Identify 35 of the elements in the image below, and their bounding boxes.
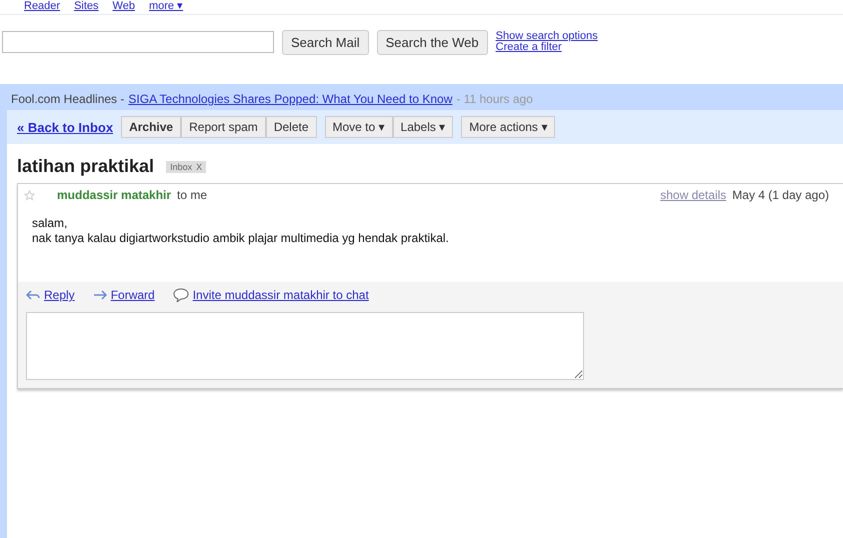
headline-link[interactable]: SIGA Technologies Shares Popped: What You Need to Know (128, 92, 452, 106)
message-line: salam, (32, 216, 68, 231)
headline-age: - 11 hours ago (456, 92, 533, 106)
nav-link[interactable]: more ▾ (148, 0, 184, 14)
subject-title: latihan praktikal (17, 156, 154, 177)
star-icon[interactable] (24, 190, 35, 200)
nav-link[interactable]: Web (112, 0, 135, 14)
nav-link[interactable]: Reader (24, 0, 60, 14)
toolbar-button[interactable]: Archive (121, 116, 182, 138)
nav-link[interactable]: Sites (74, 0, 99, 14)
message-action-link[interactable]: Forward (92, 288, 155, 302)
sender-name[interactable]: muddassir matakhir (57, 188, 172, 202)
forward-arrow-icon (92, 290, 107, 300)
search-button[interactable]: Search the Web (376, 30, 488, 54)
label-remove[interactable]: X (196, 162, 202, 172)
reply-arrow-icon (26, 290, 40, 300)
message-action-link[interactable]: Invite muddassir matakhir to chat (172, 288, 369, 302)
headline-source: Fool.com Headlines - (11, 92, 124, 106)
toolbar-button[interactable]: Labels ▾ (392, 116, 454, 138)
reply-box[interactable] (26, 312, 584, 380)
search-button[interactable]: Search Mail (282, 30, 369, 54)
search-link[interactable]: Create a filter (496, 42, 598, 53)
toolbar-button[interactable]: Report spam (181, 116, 266, 138)
back-to-inbox-link[interactable]: « Back to Inbox (17, 120, 114, 134)
toolbar-button[interactable]: Move to ▾ (324, 116, 393, 138)
toolbar-button[interactable]: More actions ▾ (461, 116, 556, 138)
label-text: Inbox (170, 162, 192, 172)
speech-bubble-icon (172, 288, 189, 302)
message-date: May 4 (1 day ago) (732, 188, 830, 202)
toolbar-button[interactable]: Delete (266, 116, 316, 138)
search-field[interactable] (2, 31, 274, 53)
message-action-link[interactable]: Reply (26, 288, 75, 302)
search-link[interactable]: Show search options (496, 31, 598, 42)
message-line: nak tanya kalau digiartworkstudio ambik plajar multimedia yg hendak praktikal. (32, 231, 450, 246)
recipient-text: to me (177, 188, 208, 202)
